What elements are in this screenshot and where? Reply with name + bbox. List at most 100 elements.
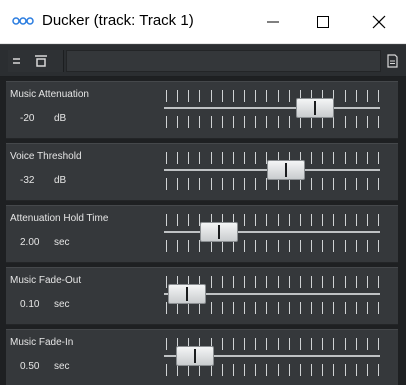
slider-tick [322, 364, 323, 376]
param-value[interactable]: 2.00 [20, 237, 39, 248]
slider-tick [188, 240, 189, 252]
slider-tick [345, 152, 346, 164]
slider-tick [333, 364, 334, 376]
slider-tick [322, 240, 323, 252]
plugin-toolbar [0, 44, 406, 77]
slider-tick [278, 364, 279, 376]
hamburger-menu-icon[interactable] [12, 55, 26, 67]
slider-tick [322, 214, 323, 226]
param-unit: sec [54, 237, 70, 248]
param-voice-threshold: Voice Threshold -32 dB [6, 143, 398, 201]
slider-tick [311, 364, 312, 376]
slider-tick [222, 90, 223, 102]
slider-tick [266, 364, 267, 376]
param-value[interactable]: -32 [20, 175, 34, 186]
param-label: Voice Threshold [10, 151, 82, 162]
slider-thumb[interactable] [267, 160, 305, 180]
slider-tick [333, 338, 334, 350]
slider-tick [311, 152, 312, 164]
slider-tick [177, 214, 178, 226]
slider-tick [278, 90, 279, 102]
slider-thumb[interactable] [296, 98, 334, 118]
slider-tick [211, 152, 212, 164]
slider-ticks [164, 116, 380, 128]
slider-tick [166, 214, 167, 226]
param-value[interactable]: -20 [20, 113, 34, 124]
slider-tick [266, 240, 267, 252]
slider-tick [378, 276, 379, 288]
slider-tick [166, 364, 167, 376]
slider-tick [345, 276, 346, 288]
slider-tick [244, 116, 245, 128]
slider-tick [367, 152, 368, 164]
slider-tick [255, 152, 256, 164]
param-label: Music Attenuation [10, 89, 89, 100]
toolbar-button-group [8, 50, 64, 72]
slider-tick [378, 116, 379, 128]
slider-tick [255, 116, 256, 128]
slider-tick [300, 364, 301, 376]
slider-tick [311, 178, 312, 190]
slider-tick [300, 214, 301, 226]
slider-tick [233, 338, 234, 350]
slider-thumb[interactable] [168, 284, 206, 304]
slider-tick [289, 90, 290, 102]
slider-tick [345, 240, 346, 252]
maximize-icon [317, 16, 329, 28]
slider-tick [333, 214, 334, 226]
slider-tick [255, 90, 256, 102]
slider-tick [278, 116, 279, 128]
slider-thumb[interactable] [176, 346, 214, 366]
slider-tick [266, 338, 267, 350]
slider-tick [367, 178, 368, 190]
slider-tick [333, 116, 334, 128]
preset-icon[interactable] [33, 54, 49, 68]
param-music-fade-in: Music Fade-In 0.50 sec [6, 329, 398, 385]
slider-tick [289, 240, 290, 252]
slider-ticks [164, 90, 380, 102]
param-attenuation-hold-time: Attenuation Hold Time 2.00 sec [6, 205, 398, 263]
slider-tick [345, 338, 346, 350]
minimize-button[interactable] [246, 0, 300, 44]
parameter-list: Music Attenuation -20 dB Voice Threshold… [0, 77, 406, 385]
slider-tick [289, 214, 290, 226]
music-fade-out-slider[interactable] [164, 272, 380, 322]
music-fade-in-slider[interactable] [164, 334, 380, 384]
param-label: Music Fade-Out [10, 275, 82, 286]
slider-tick [166, 178, 167, 190]
slider-tick [322, 178, 323, 190]
param-value[interactable]: 0.10 [20, 299, 39, 310]
slider-tick [322, 276, 323, 288]
slider-tick [211, 276, 212, 288]
slider-tick [289, 364, 290, 376]
close-icon [372, 15, 386, 29]
slider-tick [266, 276, 267, 288]
attenuation-hold-time-slider[interactable] [164, 210, 380, 260]
slider-tick [244, 338, 245, 350]
close-button[interactable] [352, 0, 406, 44]
slider-tick [311, 214, 312, 226]
maximize-button[interactable] [296, 0, 350, 44]
slider-track [164, 231, 380, 233]
param-value[interactable]: 0.50 [20, 361, 39, 372]
slider-track [164, 107, 380, 109]
music-attenuation-slider[interactable] [164, 86, 380, 136]
slider-tick [233, 90, 234, 102]
slider-tick [244, 276, 245, 288]
slider-tick [322, 152, 323, 164]
slider-tick [345, 302, 346, 314]
slider-tick [166, 302, 167, 314]
oscilloscope-app-icon [12, 17, 34, 25]
slider-thumb[interactable] [200, 222, 238, 242]
slider-tick [211, 116, 212, 128]
preset-field[interactable] [66, 50, 381, 72]
slider-tick [367, 338, 368, 350]
voice-threshold-slider[interactable] [164, 148, 380, 198]
slider-tick [356, 90, 357, 102]
window-title: Ducker (track: Track 1) [42, 12, 194, 29]
document-icon[interactable] [385, 53, 399, 69]
slider-tick [289, 116, 290, 128]
slider-tick [300, 276, 301, 288]
slider-tick [367, 116, 368, 128]
slider-tick [367, 214, 368, 226]
